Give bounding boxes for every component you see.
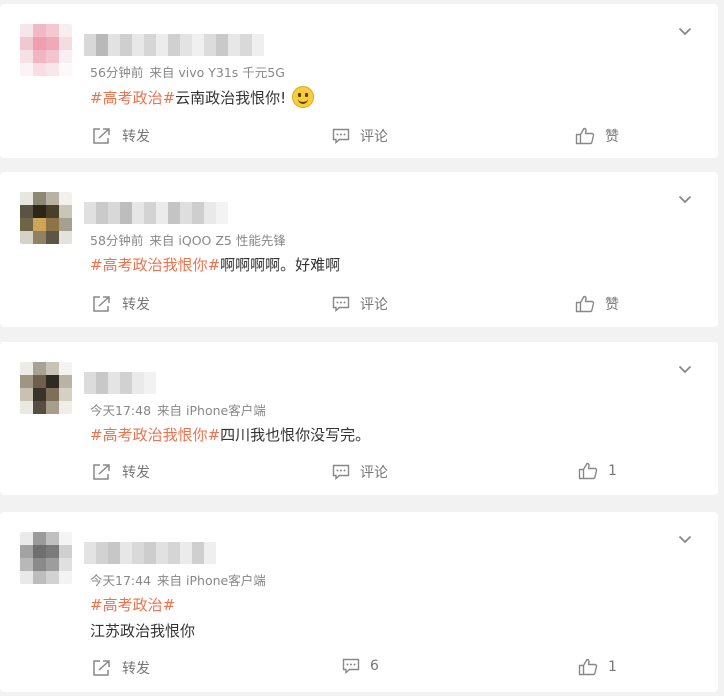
topic-link[interactable]: #高考政治#	[90, 594, 175, 615]
topic-link[interactable]: #高考政治我恨你#	[90, 254, 220, 275]
post-card: 今天17:44 来自 iPhone客户端 #高考政治# 江苏政治我恨你 转发 6 …	[0, 512, 718, 692]
username-blurred[interactable]	[84, 372, 156, 394]
post-source: 来自 vivo Y31s 千元5G	[149, 65, 285, 80]
comment-button[interactable]: 评论	[332, 462, 388, 482]
comment-button[interactable]: 评论	[332, 294, 388, 314]
post-body: 江苏政治我恨你	[90, 622, 196, 640]
comment-label: 评论	[360, 297, 388, 313]
like-button[interactable]: 1	[578, 462, 617, 480]
post-time[interactable]: 今天17:44	[90, 573, 151, 588]
smile-emoji-icon	[292, 86, 315, 108]
post-meta: 今天17:44 来自 iPhone客户端	[90, 570, 266, 589]
comment-icon	[332, 128, 350, 144]
repost-button[interactable]: 转发	[92, 462, 150, 482]
like-icon	[578, 658, 598, 676]
post-text: #高考政治# 云南政治我恨你!	[90, 86, 315, 108]
post-meta: 58分钟前 来自 iQOO Z5 性能先锋	[90, 230, 286, 249]
like-icon	[578, 462, 598, 480]
post-text: #高考政治我恨你# 啊啊啊啊。好难啊	[90, 254, 340, 275]
action-bar: 转发 6 1	[0, 658, 718, 682]
repost-label: 转发	[122, 297, 150, 313]
chevron-down-icon[interactable]	[678, 362, 692, 376]
post-card: 56分钟前 来自 vivo Y31s 千元5G #高考政治# 云南政治我恨你! 转发…	[0, 4, 718, 158]
post-meta: 今天17:48 来自 iPhone客户端	[90, 400, 266, 419]
comment-icon	[342, 658, 360, 674]
like-label: 赞	[605, 297, 619, 313]
post-card: 58分钟前 来自 iQOO Z5 性能先锋 #高考政治我恨你# 啊啊啊啊。好难啊 转…	[0, 172, 718, 327]
action-bar: 转发 评论 赞	[0, 294, 718, 318]
comment-icon	[332, 296, 350, 312]
comment-icon	[332, 464, 350, 480]
post-time[interactable]: 今天17:48	[90, 403, 151, 418]
chevron-down-icon[interactable]	[678, 24, 692, 38]
repost-button[interactable]: 转发	[92, 658, 150, 678]
repost-icon	[93, 128, 110, 144]
comment-button[interactable]: 评论	[332, 126, 388, 146]
repost-button[interactable]: 转发	[92, 126, 150, 146]
repost-button[interactable]: 转发	[92, 294, 150, 314]
avatar[interactable]	[20, 362, 72, 414]
post-body: 四川我也恨你没写完。	[220, 426, 371, 444]
repost-icon	[93, 464, 110, 480]
post-source: 来自 iPhone客户端	[157, 573, 266, 588]
repost-label: 转发	[122, 661, 150, 677]
repost-icon	[93, 660, 110, 676]
avatar[interactable]	[20, 532, 72, 584]
repost-label: 转发	[122, 129, 150, 145]
like-count: 1	[608, 463, 617, 479]
post-body: 云南政治我恨你!	[175, 88, 287, 107]
chevron-down-icon[interactable]	[678, 532, 692, 546]
username-blurred[interactable]	[84, 202, 228, 224]
like-label: 赞	[605, 129, 619, 145]
avatar[interactable]	[20, 192, 72, 244]
username-blurred[interactable]	[84, 34, 264, 56]
action-bar: 转发 评论 1	[0, 462, 718, 486]
like-icon	[575, 295, 595, 313]
comment-label: 评论	[360, 465, 388, 481]
like-button[interactable]: 赞	[575, 126, 619, 146]
username-blurred[interactable]	[84, 542, 216, 564]
post-body: 啊啊啊啊。好难啊	[220, 256, 341, 274]
topic-link[interactable]: #高考政治#	[90, 87, 175, 108]
repost-label: 转发	[122, 465, 150, 481]
post-topic-line: #高考政治#	[90, 594, 175, 615]
like-count: 1	[608, 659, 617, 675]
comment-feed: 56分钟前 来自 vivo Y31s 千元5G #高考政治# 云南政治我恨你! 转发…	[0, 0, 724, 696]
post-card: 今天17:48 来自 iPhone客户端 #高考政治我恨你# 四川我也恨你没写完。 …	[0, 342, 718, 495]
avatar[interactable]	[20, 24, 72, 76]
post-source: 来自 iQOO Z5 性能先锋	[149, 233, 286, 248]
comment-label: 评论	[360, 129, 388, 145]
like-button[interactable]: 赞	[575, 294, 619, 314]
chevron-down-icon[interactable]	[678, 192, 692, 206]
post-meta: 56分钟前 来自 vivo Y31s 千元5G	[90, 62, 285, 81]
topic-link[interactable]: #高考政治我恨你#	[90, 424, 220, 445]
like-icon	[575, 127, 595, 145]
action-bar: 转发 评论 赞	[0, 126, 718, 150]
post-time[interactable]: 56分钟前	[90, 65, 143, 80]
post-text: 江苏政治我恨你	[90, 620, 195, 641]
comment-count: 6	[370, 658, 379, 674]
repost-icon	[93, 296, 110, 312]
post-source: 来自 iPhone客户端	[157, 403, 266, 418]
comment-button[interactable]: 6	[342, 658, 379, 674]
like-button[interactable]: 1	[578, 658, 617, 676]
post-text: #高考政治我恨你# 四川我也恨你没写完。	[90, 424, 370, 445]
post-time[interactable]: 58分钟前	[90, 233, 143, 248]
